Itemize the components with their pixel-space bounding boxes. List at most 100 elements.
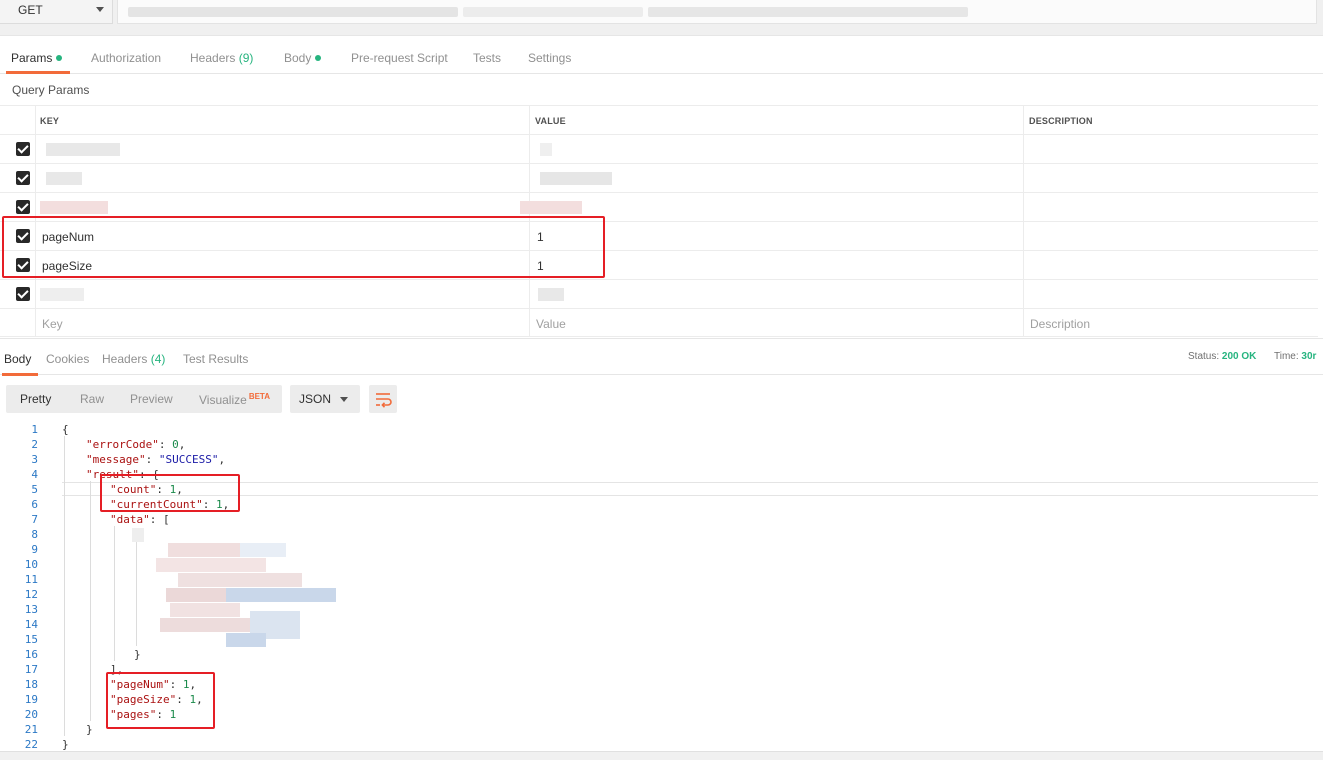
redacted-data xyxy=(168,543,240,557)
tab-authorization[interactable]: Authorization xyxy=(91,51,161,65)
new-param-row: Key Value Description xyxy=(0,308,1318,337)
tab-params[interactable]: Params xyxy=(11,51,63,65)
row-checkbox[interactable] xyxy=(16,200,30,214)
redacted-value xyxy=(540,143,552,156)
row-checkbox[interactable] xyxy=(16,171,30,185)
new-key-input[interactable]: Key xyxy=(42,317,63,331)
tab-body[interactable]: Body xyxy=(284,51,322,65)
status-bar xyxy=(0,751,1323,760)
view-mode-group: Pretty Raw Preview Visualize BETA xyxy=(6,385,282,413)
code-line: "message": "SUCCESS", xyxy=(86,453,226,466)
active-tab-indicator xyxy=(2,373,38,376)
line-number: 18 xyxy=(24,678,38,691)
line-number: 15 xyxy=(24,633,38,646)
row-checkbox[interactable] xyxy=(16,142,30,156)
line-number: 10 xyxy=(24,558,38,571)
wrap-lines-icon xyxy=(376,393,392,408)
line-number: 9 xyxy=(31,543,38,556)
line-number: 11 xyxy=(24,573,38,586)
tab-test-results[interactable]: Test Results xyxy=(183,352,248,366)
tab-response-headers[interactable]: Headers (4) xyxy=(102,352,165,366)
new-description-input[interactable]: Description xyxy=(1030,317,1090,331)
highlight-box xyxy=(100,474,240,512)
line-number: 5 xyxy=(31,483,38,496)
redacted-key xyxy=(40,201,108,214)
line-number: 12 xyxy=(24,588,38,601)
indent-guide xyxy=(90,481,91,721)
indent-guide xyxy=(114,526,115,661)
table-row xyxy=(0,163,1318,192)
line-number: 19 xyxy=(24,693,38,706)
tab-response-cookies[interactable]: Cookies xyxy=(46,352,89,366)
code-line: } xyxy=(62,738,69,751)
mode-preview-button[interactable]: Preview xyxy=(130,392,173,406)
status-label: Status: xyxy=(1188,351,1220,362)
line-number: 2 xyxy=(31,438,38,451)
response-tabs: Body Cookies Headers (4) Test Results St… xyxy=(0,338,1323,376)
highlight-box xyxy=(2,216,605,278)
tab-pre-request-script[interactable]: Pre-request Script xyxy=(351,51,448,65)
chevron-down-icon xyxy=(96,7,104,12)
status-badge[interactable]: 200 OK xyxy=(1222,351,1256,362)
url-input[interactable] xyxy=(117,0,1317,24)
beta-badge: BETA xyxy=(248,392,270,401)
row-checkbox[interactable] xyxy=(16,287,30,301)
mode-visualize-button[interactable]: Visualize BETA xyxy=(199,392,270,407)
redacted-value xyxy=(540,172,612,185)
redacted-value xyxy=(520,201,582,214)
line-number: 21 xyxy=(24,723,38,736)
line-number: 13 xyxy=(24,603,38,616)
line-number: 8 xyxy=(31,528,38,541)
wrap-lines-button[interactable] xyxy=(369,385,397,413)
request-tabs: Params Authorization Headers (9) Body Pr… xyxy=(0,37,1323,74)
tab-response-headers-label: Headers xyxy=(102,352,148,366)
mode-visualize-label: Visualize xyxy=(199,393,247,407)
line-number: 7 xyxy=(31,513,38,526)
tab-headers-label: Headers xyxy=(190,51,236,65)
redacted-data xyxy=(166,588,226,602)
redacted-key xyxy=(46,143,120,156)
redacted-data xyxy=(226,633,266,647)
modified-dot-icon xyxy=(315,55,322,61)
tab-headers[interactable]: Headers (9) xyxy=(190,51,253,65)
tab-settings[interactable]: Settings xyxy=(528,51,571,65)
status-readout: Status: 200 OK xyxy=(1188,351,1256,362)
method-dropdown[interactable]: GET xyxy=(0,0,113,24)
column-key: KEY xyxy=(40,116,60,126)
redacted-value xyxy=(538,288,564,301)
mode-raw-button[interactable]: Raw xyxy=(80,392,104,406)
column-description: DESCRIPTION xyxy=(1029,116,1093,126)
time-value[interactable]: 30r xyxy=(1301,351,1316,362)
redacted-data xyxy=(132,528,144,542)
redacted-data xyxy=(160,618,250,632)
method-label: GET xyxy=(18,3,43,17)
tab-headers-count: (9) xyxy=(238,51,254,65)
table-row xyxy=(0,134,1318,163)
active-tab-indicator xyxy=(6,71,70,74)
line-number: 22 xyxy=(24,738,38,751)
mode-pretty-button[interactable]: Pretty xyxy=(20,392,51,406)
indent-guide xyxy=(136,541,137,646)
highlight-box xyxy=(106,672,215,729)
modified-dot-icon xyxy=(56,55,63,61)
tab-tests[interactable]: Tests xyxy=(473,51,501,65)
indent-guide xyxy=(64,436,65,736)
format-dropdown[interactable]: JSON xyxy=(290,385,360,413)
redacted-data xyxy=(226,588,336,602)
line-number: 16 xyxy=(24,648,38,661)
time-readout: Time: 30r xyxy=(1274,351,1316,362)
new-value-input[interactable]: Value xyxy=(536,317,566,331)
tab-response-body[interactable]: Body xyxy=(4,352,31,366)
code-line: } xyxy=(134,648,141,661)
redacted-key xyxy=(46,172,82,185)
query-params-title: Query Params xyxy=(12,83,90,97)
code-line: } xyxy=(86,723,93,736)
redacted-data xyxy=(240,543,286,557)
tab-response-headers-count: (4) xyxy=(150,352,166,366)
line-number: 20 xyxy=(24,708,38,721)
tab-body-label: Body xyxy=(284,51,312,65)
redacted-key xyxy=(40,288,84,301)
request-bar: GET xyxy=(0,0,1323,36)
redacted-url xyxy=(128,7,458,17)
time-label: Time: xyxy=(1274,351,1299,362)
